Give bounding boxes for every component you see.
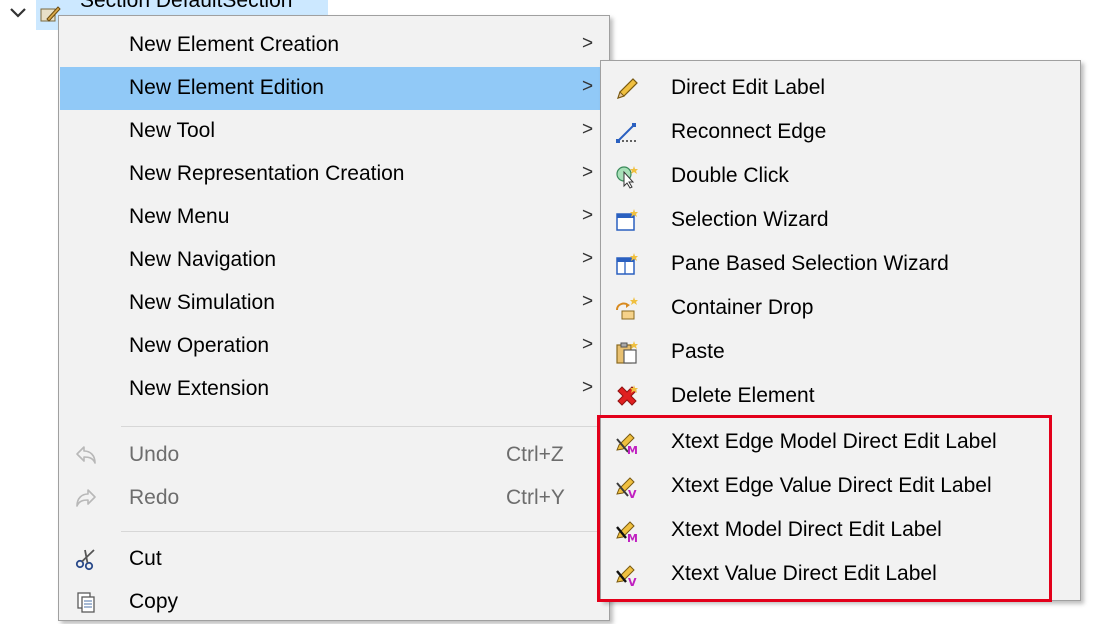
copy-icon: [77, 592, 95, 613]
submenu-item-label: Xtext Edge Model Direct Edit Label: [671, 430, 997, 453]
submenu-arrow-icon: >: [582, 119, 594, 140]
submenu-arrow-icon: >: [582, 33, 594, 54]
submenu-arrow-icon: >: [582, 334, 594, 355]
submenu-arrow-icon: >: [582, 377, 594, 398]
undo-icon: [76, 446, 96, 464]
submenu-new-element-edition: Direct Edit Label Reconnect Edge Double …: [600, 60, 1081, 601]
menu-item-new-operation[interactable]: New Operation >: [60, 325, 608, 368]
submenu-item-label: Xtext Value Direct Edit Label: [671, 562, 937, 585]
menu-separator: [121, 426, 605, 427]
menu-item-new-simulation[interactable]: New Simulation >: [60, 282, 608, 325]
paste-icon: [616, 341, 638, 364]
submenu-item-selection-wizard[interactable]: Selection Wizard: [602, 199, 1078, 243]
menu-item-label: New Representation Creation: [129, 162, 405, 185]
submenu-item-label: Direct Edit Label: [671, 76, 826, 99]
double-click-icon: [616, 166, 638, 189]
menu-item-new-menu[interactable]: New Menu >: [60, 196, 608, 239]
menu-item-label: Undo: [129, 443, 180, 466]
submenu-item-label: Paste: [671, 340, 725, 363]
submenu-arrow-icon: >: [582, 248, 594, 269]
svg-text:V: V: [628, 576, 637, 588]
menu-item-label: New Operation: [129, 334, 270, 357]
submenu-item-label: Xtext Model Direct Edit Label: [671, 518, 942, 541]
menu-item-label: New Menu: [129, 205, 230, 228]
pencil-icon: [617, 78, 638, 99]
xtext-model-icon: M: [616, 521, 638, 544]
scissors-icon: [75, 549, 95, 571]
container-drop-icon: [616, 297, 638, 320]
submenu-arrow-icon: >: [582, 205, 594, 226]
menu-item-new-navigation[interactable]: New Navigation >: [60, 239, 608, 282]
submenu-arrow-icon: >: [582, 76, 594, 97]
pane-wizard-icon: [616, 253, 638, 275]
submenu-item-xtext-model-direct-edit-label[interactable]: M Xtext Model Direct Edit Label: [602, 509, 1078, 553]
submenu-item-container-drop[interactable]: Container Drop: [602, 287, 1078, 331]
menu-item-label: New Navigation: [129, 248, 277, 271]
menu-item-label: Cut: [129, 547, 162, 570]
menu-item-label: Redo: [129, 486, 180, 509]
menu-item-label: New Tool: [129, 119, 215, 142]
submenu-item-label: Pane Based Selection Wizard: [671, 252, 949, 275]
xtext-edge-value-icon: V: [616, 477, 637, 500]
reconnect-edge-icon: [616, 123, 636, 143]
submenu-item-label: Delete Element: [671, 384, 815, 407]
submenu-arrow-icon: >: [582, 291, 594, 312]
menu-item-new-element-creation[interactable]: New Element Creation >: [60, 24, 608, 67]
menu-item-new-extension[interactable]: New Extension >: [60, 368, 608, 411]
xtext-value-icon: V: [616, 565, 637, 588]
menu-item-cut[interactable]: Cut: [60, 538, 608, 581]
submenu-item-direct-edit-label[interactable]: Direct Edit Label: [602, 67, 1078, 111]
submenu-item-reconnect-edge[interactable]: Reconnect Edge: [602, 111, 1078, 155]
chevron-down-icon[interactable]: [8, 2, 28, 22]
submenu-arrow-icon: >: [582, 162, 594, 183]
submenu-item-pane-based-selection-wizard[interactable]: Pane Based Selection Wizard: [602, 243, 1078, 287]
svg-text:V: V: [628, 488, 637, 500]
submenu-item-paste[interactable]: Paste: [602, 331, 1078, 375]
submenu-item-delete-element[interactable]: Delete Element: [602, 375, 1078, 419]
svg-text:M: M: [627, 532, 638, 544]
menu-item-new-representation-creation[interactable]: New Representation Creation >: [60, 153, 608, 196]
selection-wizard-icon: [616, 209, 638, 231]
svg-text:M: M: [627, 444, 638, 456]
menu-item-label: New Element Creation: [129, 33, 340, 56]
shortcut-label: Ctrl+Z: [506, 443, 564, 466]
redo-icon: [76, 489, 96, 507]
menu-item-undo[interactable]: Undo Ctrl+Z: [60, 434, 608, 477]
menu-item-copy[interactable]: Copy: [60, 581, 608, 624]
submenu-item-xtext-edge-model-direct-edit-label[interactable]: M Xtext Edge Model Direct Edit Label: [602, 421, 1078, 465]
submenu-item-label: Double Click: [671, 164, 789, 187]
menu-separator: [121, 531, 605, 532]
menu-item-label: New Simulation: [129, 291, 275, 314]
submenu-item-label: Xtext Edge Value Direct Edit Label: [671, 474, 992, 497]
shortcut-label: Ctrl+Y: [506, 486, 565, 509]
xtext-edge-model-icon: M: [616, 433, 638, 456]
submenu-item-label: Selection Wizard: [671, 208, 829, 231]
submenu-item-xtext-edge-value-direct-edit-label[interactable]: V Xtext Edge Value Direct Edit Label: [602, 465, 1078, 509]
menu-item-new-tool[interactable]: New Tool >: [60, 110, 608, 153]
tree-node-label: Section DefaultSection: [80, 0, 293, 12]
menu-item-redo[interactable]: Redo Ctrl+Y: [60, 477, 608, 520]
submenu-item-double-click[interactable]: Double Click: [602, 155, 1078, 199]
menu-item-label: New Extension: [129, 377, 270, 400]
menu-item-label: New Element Edition: [129, 76, 324, 99]
menu-item-new-element-edition[interactable]: New Element Edition >: [60, 67, 608, 110]
submenu-item-xtext-value-direct-edit-label[interactable]: V Xtext Value Direct Edit Label: [602, 553, 1078, 597]
submenu-item-label: Reconnect Edge: [671, 120, 827, 143]
context-menu: New Element Creation > New Element Editi…: [58, 15, 610, 621]
menu-item-label: Copy: [129, 590, 179, 613]
submenu-item-label: Container Drop: [671, 296, 814, 319]
delete-icon: [617, 385, 638, 406]
